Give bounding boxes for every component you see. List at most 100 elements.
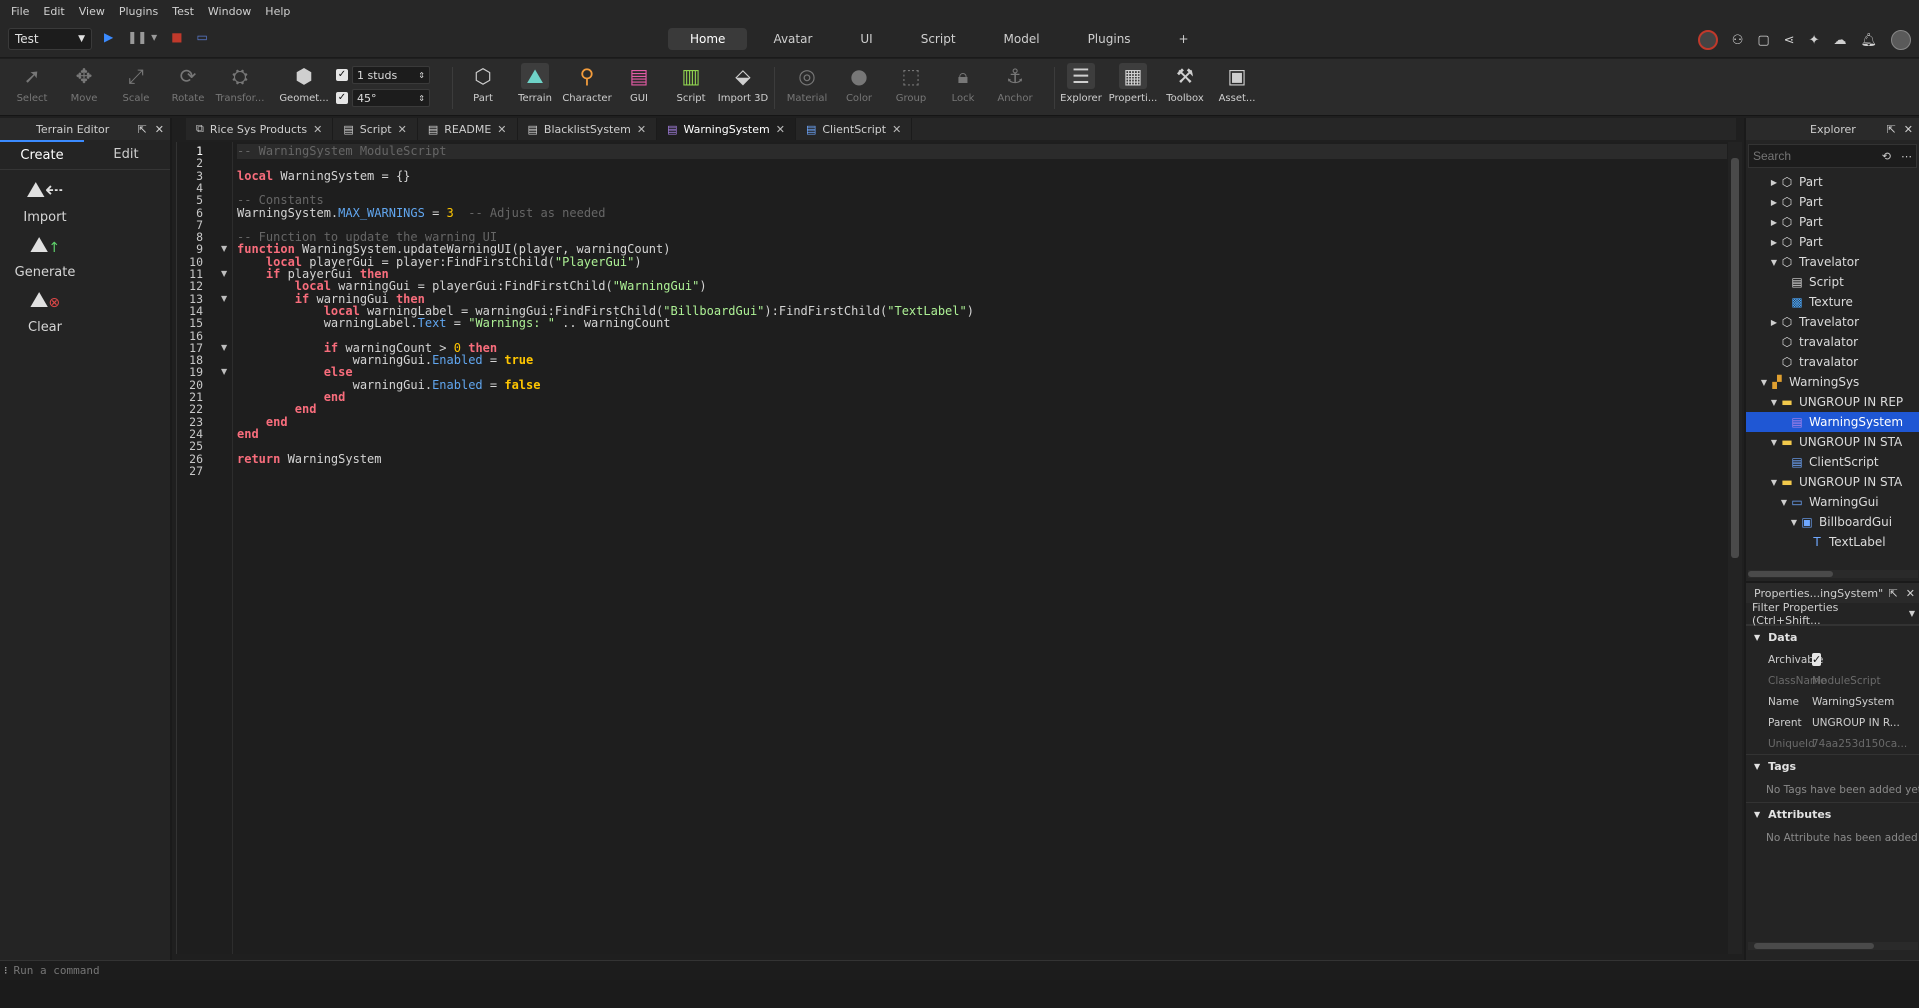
tab-plugins[interactable]: Plugins: [1066, 28, 1153, 50]
script-tab[interactable]: ▤ BlacklistSystem ✕: [518, 118, 658, 140]
code-area[interactable]: -- WarningSystem ModuleScript local Warni…: [237, 142, 1727, 954]
menu-item-file[interactable]: File: [4, 5, 36, 18]
close-icon[interactable]: ✕: [892, 123, 901, 136]
script-tab[interactable]: ▤ README ✕: [418, 118, 518, 140]
fold-arrow-icon[interactable]: ▼: [221, 367, 227, 376]
terrain-tool[interactable]: ⛰ Terrain: [511, 63, 559, 104]
close-icon[interactable]: ✕: [313, 123, 322, 136]
property-value[interactable]: UNGROUP IN R...: [1812, 717, 1919, 729]
material-tool[interactable]: ◎ Material: [783, 63, 831, 104]
stop-icon[interactable]: ■: [171, 30, 182, 44]
play-icon[interactable]: ▶: [104, 30, 113, 44]
script-tab[interactable]: ⧉ Rice Sys Products ✕: [186, 118, 334, 140]
generate-terrain-button[interactable]: ⛰↑ Generate: [0, 233, 90, 280]
record-icon[interactable]: [1697, 30, 1718, 50]
share-icon[interactable]: ⋖: [1784, 33, 1795, 48]
explorer-item[interactable]: ▶ ⬡ Part: [1746, 232, 1919, 252]
cloud-icon[interactable]: ☁: [1833, 33, 1846, 48]
color-tool[interactable]: ● Color: [835, 63, 883, 104]
screen-icon[interactable]: ▭: [197, 30, 208, 44]
explorer-item[interactable]: ▼ ▣ BillboardGui: [1746, 512, 1919, 532]
clear-terrain-button[interactable]: ⛰⊗ Clear: [0, 288, 90, 335]
property-value[interactable]: ✓: [1812, 652, 1919, 667]
undock-icon[interactable]: ⇱: [138, 123, 147, 136]
chevron-down-icon[interactable]: ▼: [1768, 478, 1780, 487]
script-tab[interactable]: ▤ Script ✕: [333, 118, 418, 140]
tab-add[interactable]: +: [1157, 28, 1211, 50]
chevron-right-icon[interactable]: ▶: [1768, 238, 1780, 247]
import-terrain-button[interactable]: ⛰⇠ Import: [0, 178, 90, 225]
properties-window-button[interactable]: ▦ Properti...: [1109, 63, 1157, 104]
menu-item-view[interactable]: View: [72, 5, 112, 18]
explorer-item[interactable]: ▤ WarningSystem: [1746, 412, 1919, 432]
explorer-item[interactable]: ▶ ⬡ Part: [1746, 192, 1919, 212]
chevron-down-icon[interactable]: ▼: [1788, 518, 1800, 527]
close-icon[interactable]: ✕: [398, 123, 407, 136]
avatar[interactable]: [1891, 30, 1911, 50]
explorer-item[interactable]: ⬡ travalator: [1746, 332, 1919, 352]
tab-ui[interactable]: UI: [838, 28, 894, 50]
chevron-right-icon[interactable]: ▶: [1768, 218, 1780, 227]
history-icon[interactable]: ⟲: [1882, 150, 1891, 163]
close-icon[interactable]: ✕: [1906, 587, 1915, 600]
lock-tool[interactable]: 🔒︎ Lock: [939, 63, 987, 104]
scrollbar-thumb[interactable]: [1754, 943, 1874, 949]
explorer-item[interactable]: ▤ ClientScript: [1746, 452, 1919, 472]
chevron-down-icon[interactable]: ▼: [1778, 498, 1790, 507]
asset-manager-button[interactable]: ▣ Asset...: [1213, 63, 1261, 104]
move-snap-input[interactable]: 1 studs ⇕: [352, 66, 430, 84]
chevron-down-icon[interactable]: ▼: [1909, 609, 1915, 618]
team-create-icon[interactable]: ⚇: [1732, 33, 1744, 48]
explorer-item[interactable]: ▼ ▭ WarningGui: [1746, 492, 1919, 512]
undock-icon[interactable]: ⇱: [1889, 587, 1898, 600]
explorer-item[interactable]: ▶ ⬡ Part: [1746, 172, 1919, 192]
filter-properties[interactable]: Filter Properties (Ctrl+Shift... ▼: [1746, 601, 1919, 627]
tab-edit[interactable]: Edit: [84, 140, 168, 169]
more-icon[interactable]: ⋯: [1901, 150, 1912, 163]
code-line[interactable]: -- WarningSystem ModuleScript: [237, 144, 1727, 159]
menu-item-plugins[interactable]: Plugins: [112, 5, 165, 18]
toolbox-window-button[interactable]: ⚒ Toolbox: [1161, 63, 1209, 104]
chevron-down-icon[interactable]: ▼: [1768, 398, 1780, 407]
section-tags[interactable]: ▼ Tags: [1746, 754, 1919, 778]
ai-assistant-icon[interactable]: ✦: [1809, 33, 1820, 48]
tab-avatar[interactable]: Avatar: [751, 28, 834, 50]
close-icon[interactable]: ✕: [155, 123, 164, 136]
code-line[interactable]: WarningSystem.MAX_WARNINGS = 3 -- Adjust…: [237, 206, 606, 221]
menu-item-edit[interactable]: Edit: [36, 5, 71, 18]
explorer-window-button[interactable]: ☰ Explorer: [1057, 63, 1105, 104]
chevron-right-icon[interactable]: ▶: [1768, 318, 1780, 327]
move-snap-checkbox[interactable]: ✓: [336, 69, 348, 81]
explorer-item[interactable]: ▼ ⬡ Travelator: [1746, 252, 1919, 272]
part-tool[interactable]: ⬡ Part: [459, 63, 507, 104]
explorer-search[interactable]: ⟲ ⋯: [1748, 144, 1917, 168]
explorer-search-input[interactable]: [1753, 149, 1863, 163]
command-input[interactable]: [13, 964, 414, 977]
tab-home[interactable]: Home: [668, 28, 748, 50]
explorer-item[interactable]: ▶ ⬡ Travelator: [1746, 312, 1919, 332]
chevron-right-icon[interactable]: ▶: [1768, 178, 1780, 187]
script-editor[interactable]: 1 2 3 4 5 6 7 8 9 ▼ 10 11 ▼ 12 13 ▼ 14 15 16 17 ▼ 18 19 ▼ 20 21 22…: [176, 142, 1742, 954]
code-line[interactable]: return WarningSystem: [237, 452, 382, 467]
code-line[interactable]: local WarningSystem = {}: [237, 169, 410, 184]
fold-arrow-icon[interactable]: ▼: [221, 244, 227, 253]
editor-scrollbar[interactable]: [1728, 142, 1742, 954]
section-data[interactable]: ▼ Data: [1746, 625, 1919, 649]
close-icon[interactable]: ✕: [776, 123, 785, 136]
tab-model[interactable]: Model: [982, 28, 1062, 50]
section-attributes[interactable]: ▼ Attributes: [1746, 802, 1919, 826]
explorer-item[interactable]: ▶ ⬡ Part: [1746, 212, 1919, 232]
close-icon[interactable]: ✕: [497, 123, 506, 136]
explorer-horizontal-scrollbar[interactable]: [1748, 570, 1918, 578]
filter-properties-input[interactable]: Filter Properties (Ctrl+Shift...: [1752, 601, 1909, 627]
chevron-down-icon[interactable]: ▼: [1768, 438, 1780, 447]
chat-icon[interactable]: ▢: [1757, 33, 1769, 48]
explorer-item[interactable]: ▩ Texture: [1746, 292, 1919, 312]
mode-selector[interactable]: Test ▼: [8, 28, 92, 50]
fold-arrow-icon[interactable]: ▼: [221, 269, 227, 278]
fold-arrow-icon[interactable]: ▼: [221, 294, 227, 303]
close-icon[interactable]: ✕: [637, 123, 646, 136]
menu-item-window[interactable]: Window: [201, 5, 258, 18]
rotate-snap-input[interactable]: 45° ⇕: [352, 89, 430, 107]
explorer-item[interactable]: ▼ ▬ UNGROUP IN STA: [1746, 472, 1919, 492]
